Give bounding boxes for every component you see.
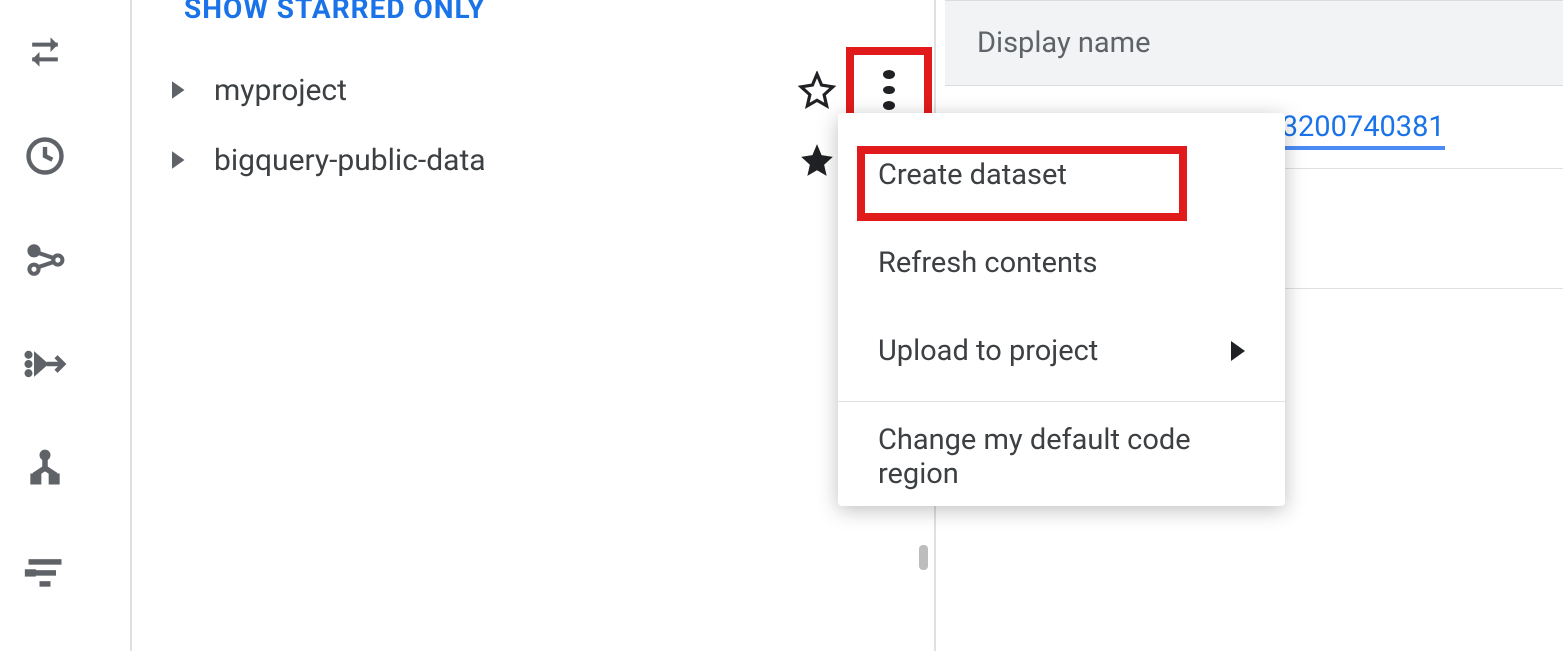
clock-icon[interactable] xyxy=(23,134,67,178)
menu-item-refresh-contents[interactable]: Refresh contents xyxy=(838,219,1285,307)
menu-item-upload-to-project[interactable]: Upload to project xyxy=(838,307,1285,395)
tree-item-myproject[interactable]: myproject xyxy=(132,55,932,125)
explorer-panel: SHOW STARRED ONLY myproject bigquery-pub… xyxy=(132,0,932,195)
tree-item-label: bigquery-public-data xyxy=(214,143,486,178)
chevron-right-icon xyxy=(1231,341,1245,361)
chevron-right-icon[interactable] xyxy=(162,75,192,105)
more-vert-icon xyxy=(869,70,909,110)
star-outline-icon[interactable] xyxy=(798,71,836,109)
import-icon[interactable] xyxy=(23,342,67,386)
menu-item-create-dataset[interactable]: Create dataset xyxy=(838,131,1285,219)
transfer-icon[interactable] xyxy=(23,30,67,74)
chevron-right-icon[interactable] xyxy=(162,145,192,175)
show-starred-toggle[interactable]: SHOW STARRED ONLY xyxy=(132,0,932,25)
star-filled-icon[interactable] xyxy=(798,141,836,179)
table-column-header[interactable]: Display name xyxy=(945,0,1563,86)
left-icon-rail xyxy=(0,0,90,651)
context-menu: Create dataset Refresh contents Upload t… xyxy=(838,113,1285,506)
fork-icon[interactable] xyxy=(23,446,67,490)
menu-separator xyxy=(838,401,1285,402)
scrollbar-thumb[interactable] xyxy=(919,545,928,570)
share-icon[interactable] xyxy=(23,238,67,282)
filter-icon[interactable] xyxy=(23,550,67,594)
menu-item-change-default-region[interactable]: Change my default code region xyxy=(838,408,1285,506)
tree-item-bigquery-public-data[interactable]: bigquery-public-data xyxy=(132,125,932,195)
tree-item-label: myproject xyxy=(214,73,347,108)
